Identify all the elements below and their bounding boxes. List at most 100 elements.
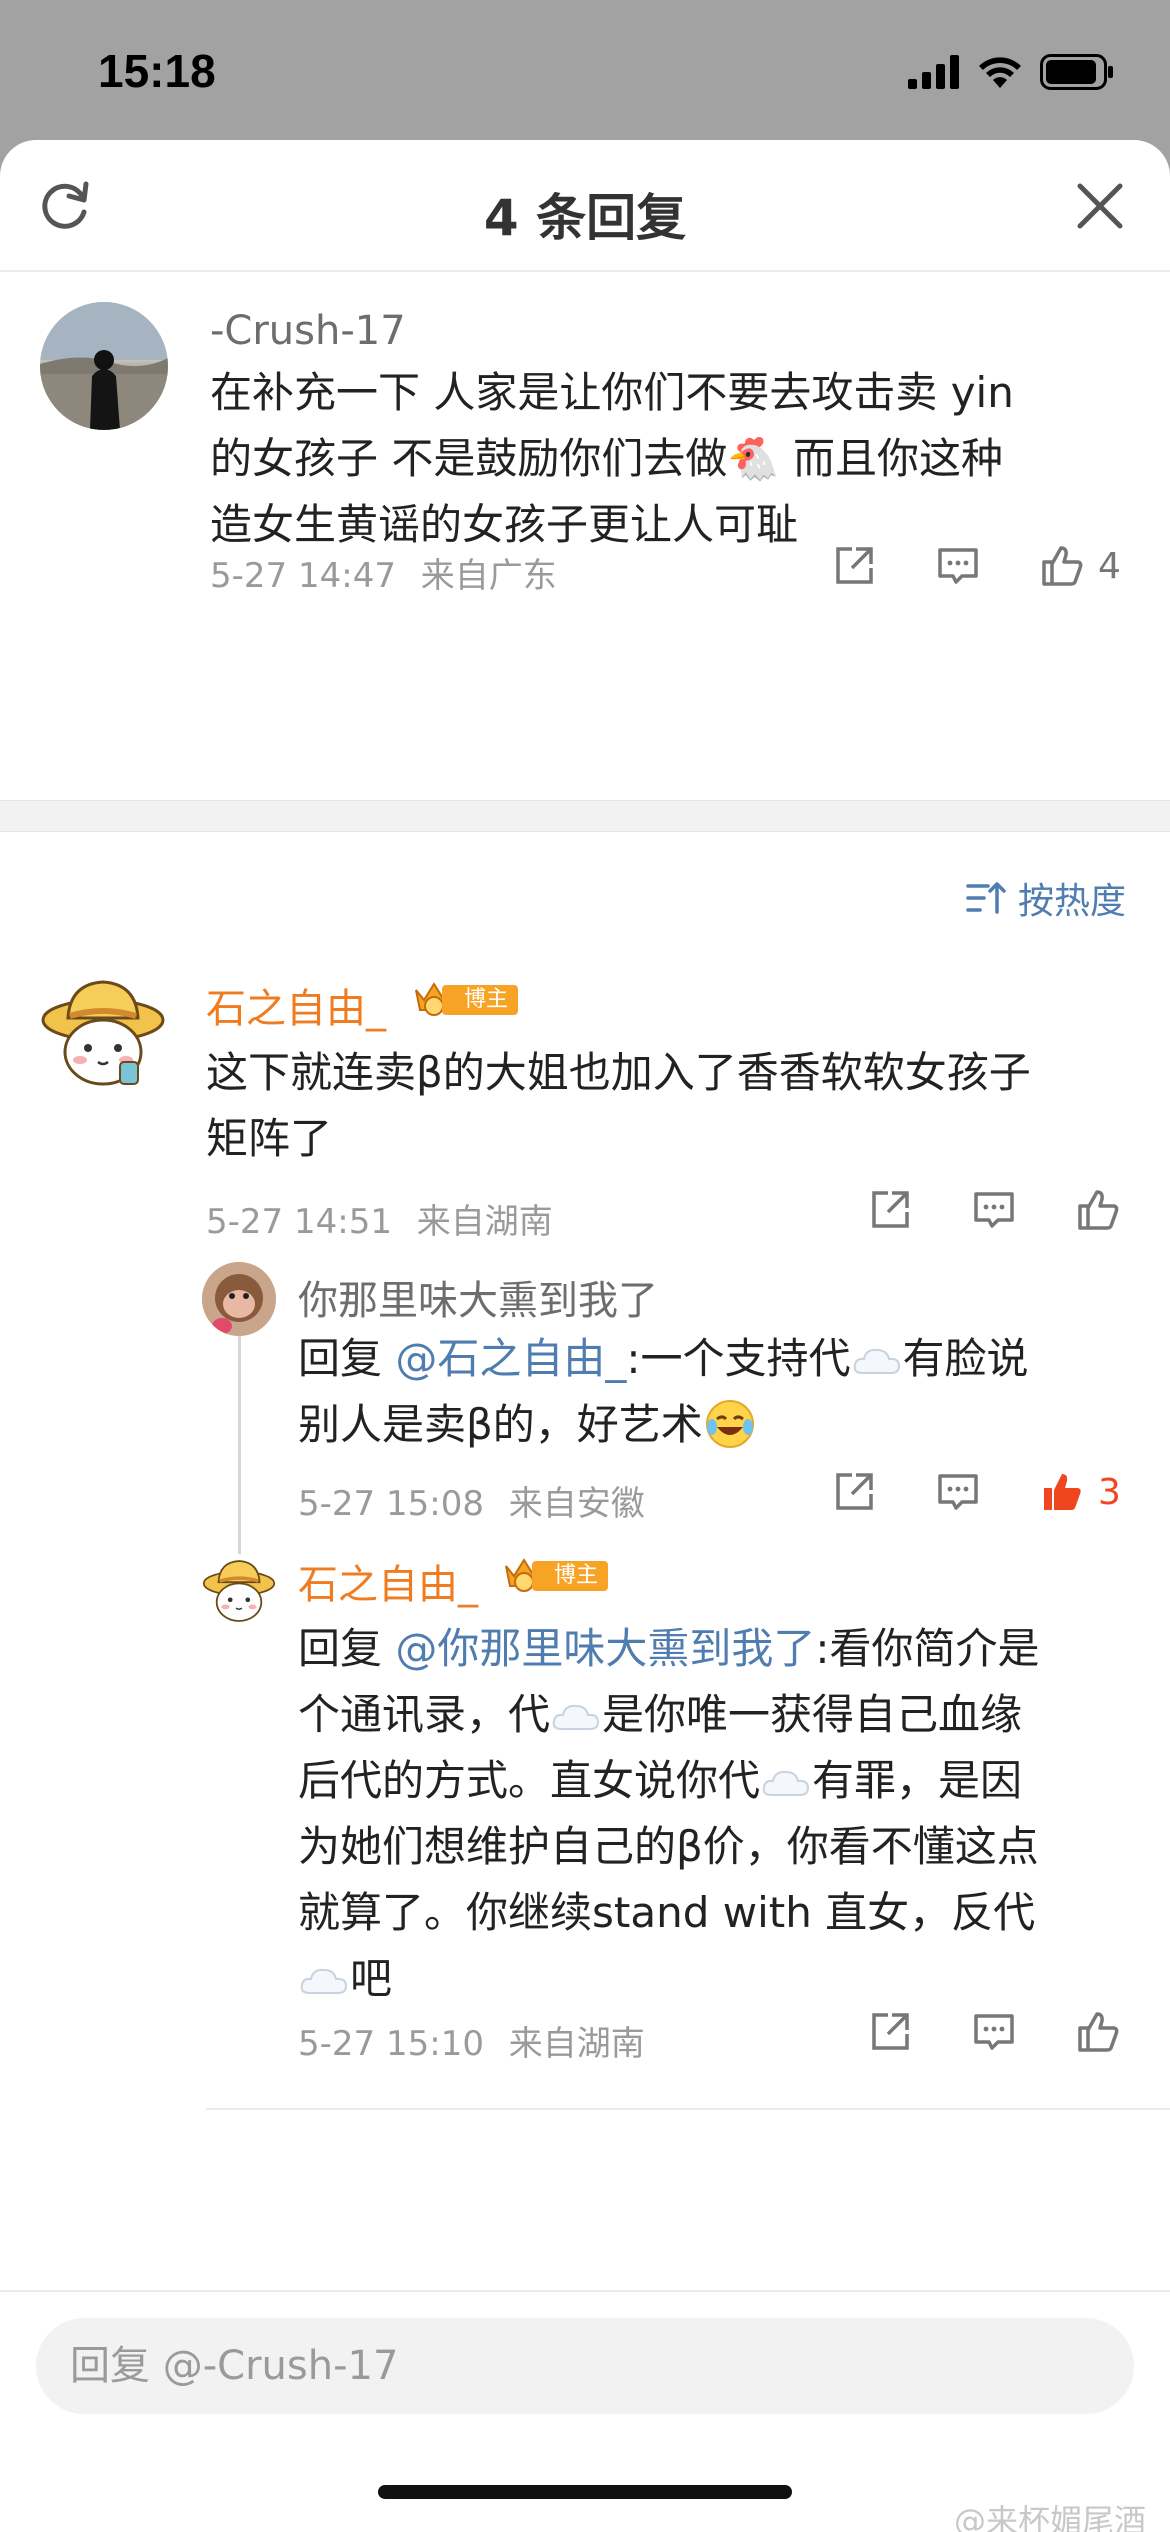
reply-text-line: 矩阵了 <box>206 1114 333 1163</box>
comment-icon[interactable] <box>936 1470 980 1514</box>
battery-icon <box>1040 54 1113 90</box>
reply-location: 来自湖南 <box>508 2024 645 2064</box>
sort-row: 按热度 <box>0 832 1170 940</box>
reply-actions <box>868 1188 1120 1232</box>
share-icon[interactable] <box>832 1470 876 1514</box>
reply-time: 5-27 14:51 <box>206 1202 392 1242</box>
cloud-icon <box>853 1348 900 1374</box>
share-icon[interactable] <box>868 1188 912 1232</box>
reply-time: 5-27 15:08 <box>298 1484 484 1524</box>
cloud-icon <box>552 1704 600 1730</box>
like-icon[interactable] <box>1076 2010 1120 2054</box>
reply-text-line: 为她们想维护自己的β价，你看不懂这点 <box>298 1822 1039 1871</box>
mention-link[interactable]: @石之自由_ <box>395 1334 626 1383</box>
like-icon[interactable] <box>1040 544 1084 588</box>
comment-location: 来自广东 <box>420 556 557 596</box>
reply-text-segment: 是你唯一获得自己血缘 <box>602 1690 1023 1739</box>
comment-icon[interactable] <box>972 2010 1016 2054</box>
replies-sheet: 4 条回复 -Crush-17 在补充一下 人家是让你们不要去攻击卖 yin 的… <box>0 140 1170 2532</box>
reply-location: 来自湖南 <box>416 1202 553 1242</box>
reply-text-line: 回复 @石之自由_:一个支持代 有脸说 <box>298 1326 1138 1392</box>
reply-text-segment: :看你简介是 <box>815 1624 1040 1673</box>
reply-text-line: 别人是卖β的，好艺术 <box>298 1392 1138 1458</box>
reply-prefix: 回复 <box>298 1624 383 1673</box>
reply-meta: 5-27 15:10 来自湖南 <box>298 2016 645 2065</box>
home-indicator <box>378 2485 792 2499</box>
liked-icon[interactable] <box>1040 1470 1084 1514</box>
reply-actions <box>868 2010 1120 2054</box>
avatar-cartoon-hat-icon <box>41 980 165 1086</box>
reply-text: 回复 @你那里味大熏到我了:看你简介是 个通讯录，代 是你唯一获得自己血缘 后代的… <box>298 1616 1138 2012</box>
close-icon[interactable] <box>1074 180 1126 232</box>
avatar[interactable] <box>202 1554 276 1628</box>
reply-text-segment: 有脸说 <box>902 1334 1029 1383</box>
badge-label: 博主 <box>532 1561 609 1591</box>
reply-actions: 3 <box>832 1470 1121 1514</box>
reply-text-line: 后代的方式。直女说你代 有罪，是因 <box>298 1748 1138 1814</box>
divider <box>206 2108 1170 2110</box>
comment-actions: 4 <box>832 544 1121 588</box>
reply-text-line: 这下就连卖β的大姐也加入了香香软软女孩子 <box>206 1048 1031 1097</box>
comment-meta: 5-27 14:47 来自广东 <box>210 548 557 597</box>
like-icon[interactable] <box>1076 1188 1120 1232</box>
reply-time: 5-27 15:10 <box>298 2024 484 2064</box>
blogger-badge: 博主 <box>412 980 519 1020</box>
comment-text-segment: 的女孩子 不是鼓励你们去做 <box>210 434 728 483</box>
reply-text-line: 就算了。你继续stand with 直女，反代 <box>298 1888 1036 1937</box>
reply-location: 来自安徽 <box>508 1484 645 1524</box>
comment-time: 5-27 14:47 <box>210 556 396 596</box>
reply-text-segment: 别人是卖β的，好艺术 <box>298 1400 703 1449</box>
reply-text-line: 回复 @你那里味大熏到我了:看你简介是 <box>298 1616 1138 1682</box>
comment-username[interactable]: -Crush-17 <box>210 308 406 354</box>
comment-icon[interactable] <box>972 1188 1016 1232</box>
mention-link[interactable]: @你那里味大熏到我了 <box>395 1624 815 1673</box>
section-divider <box>0 800 1170 832</box>
wifi-icon <box>979 57 1021 88</box>
reply-meta: 5-27 15:08 来自安徽 <box>298 1476 645 1525</box>
reply-text-line: 个通讯录，代 是你唯一获得自己血缘 <box>298 1682 1138 1748</box>
like-count: 3 <box>1098 1471 1121 1513</box>
status-bar: 15:18 <box>0 0 1170 140</box>
reply-text-segment: 后代的方式。直女说你代 <box>298 1756 761 1805</box>
reply-text: 这下就连卖β的大姐也加入了香香软软女孩子 矩阵了 <box>206 1040 1136 1172</box>
sort-button[interactable]: 按热度 <box>966 872 1126 924</box>
reply-text-segment: :一个支持代 <box>626 1334 851 1383</box>
status-time: 15:18 <box>98 45 216 97</box>
sort-icon <box>966 882 1006 914</box>
status-icons <box>908 52 1114 92</box>
root-comment: -Crush-17 在补充一下 人家是让你们不要去攻击卖 yin 的女孩子 不是… <box>0 272 1170 800</box>
cloud-icon <box>762 1770 810 1796</box>
like-count: 4 <box>1098 545 1121 587</box>
reply-username[interactable]: 石之自由_ <box>206 976 386 1034</box>
comment-icon[interactable] <box>936 544 980 588</box>
share-icon[interactable] <box>868 2010 912 2054</box>
reply-username[interactable]: 你那里味大熏到我了 <box>298 1268 658 1326</box>
cloud-icon <box>300 1968 348 1994</box>
reply-text-line: 吧 <box>298 1946 1138 2012</box>
sort-label: 按热度 <box>1017 881 1126 922</box>
reply-text-segment: 有罪，是因 <box>812 1756 1023 1805</box>
avatar[interactable] <box>202 1262 276 1336</box>
badge-label: 博主 <box>442 985 519 1015</box>
reply-input[interactable] <box>36 2318 1134 2414</box>
watermark: @来杯媚尾酒 <box>953 2502 1146 2532</box>
thread-line <box>238 1320 241 1570</box>
signal-icon <box>908 55 959 89</box>
comment-text-line: 在补充一下 人家是让你们不要去攻击卖 yin <box>210 368 1014 417</box>
avatar-monkey-icon <box>202 1262 276 1336</box>
reply-list: 石之自由_ 博主 这下就连卖β的大姐也加入了香香软软女孩子 矩阵了 5-27 1… <box>0 940 1170 2290</box>
reply-text: 回复 @石之自由_:一个支持代 有脸说 别人是卖β的，好艺术 <box>298 1326 1138 1458</box>
avatar-figure-icon <box>40 302 168 430</box>
sheet-header: 4 条回复 <box>0 140 1170 272</box>
reply-username[interactable]: 石之自由_ <box>298 1552 478 1610</box>
blogger-badge: 博主 <box>502 1556 609 1596</box>
comment-text-line: 的女孩子 不是鼓励你们去做🐔 而且你这种 <box>210 426 1110 492</box>
comment-text-segment: 而且你这种 <box>779 434 1004 483</box>
avatar[interactable] <box>40 970 166 1096</box>
reply-text-segment: 个通讯录，代 <box>298 1690 551 1739</box>
share-icon[interactable] <box>832 544 876 588</box>
reply-prefix: 回复 <box>298 1334 383 1383</box>
laughing-crying-emoji-icon <box>705 1400 754 1448</box>
avatar[interactable] <box>40 302 168 430</box>
comment-text: 在补充一下 人家是让你们不要去攻击卖 yin 的女孩子 不是鼓励你们去做🐔 而且… <box>210 360 1110 558</box>
